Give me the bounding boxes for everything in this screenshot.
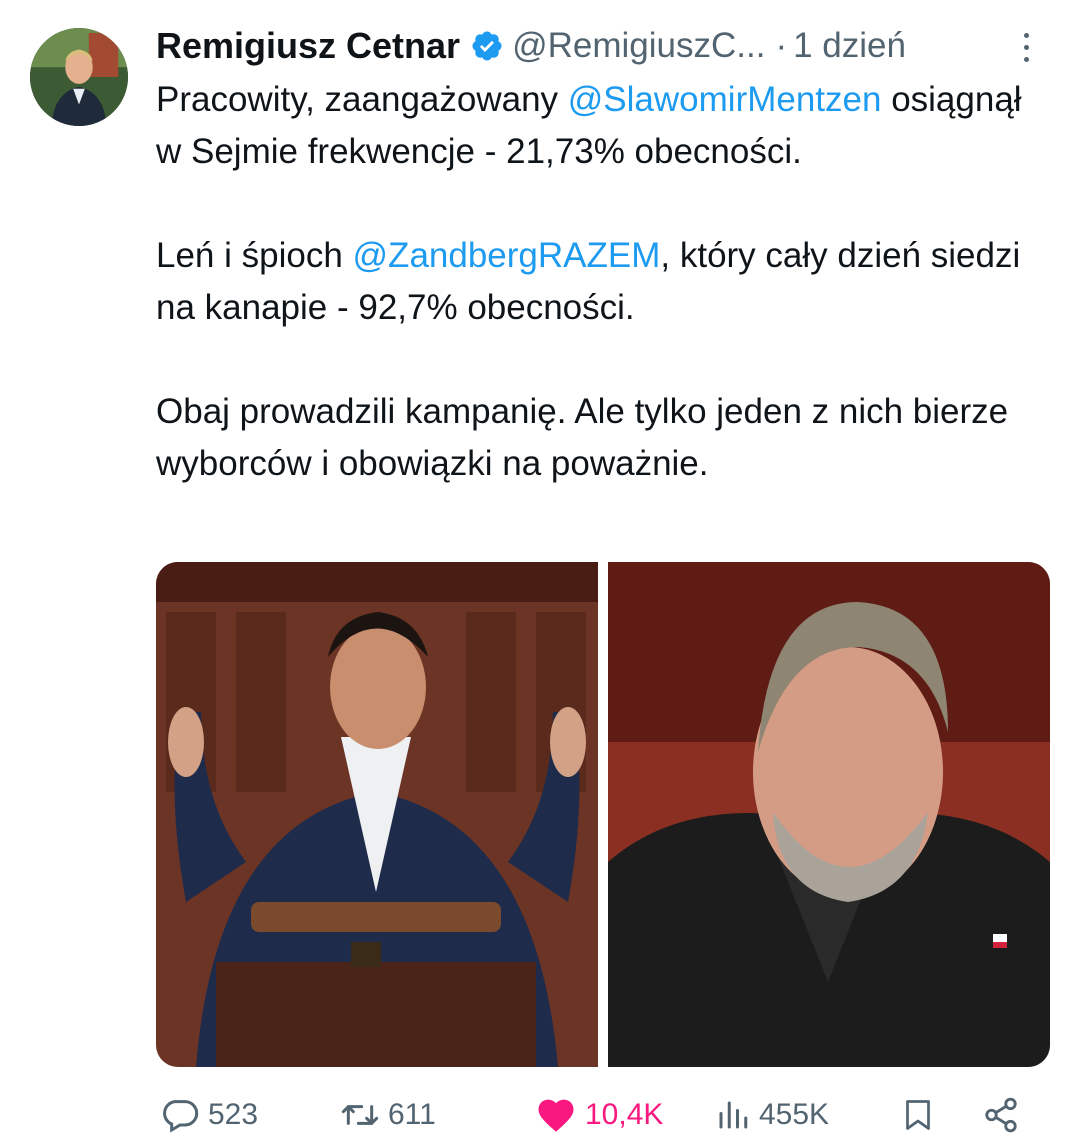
reply-count: 523 <box>208 1098 259 1131</box>
like-button[interactable]: 10,4K <box>535 1090 663 1140</box>
tweet-text: Pracowity, zaangażowany @SlawomirMentzen… <box>156 74 1056 490</box>
views-button[interactable]: 455K <box>715 1090 829 1140</box>
share-button[interactable] <box>982 1090 1020 1140</box>
bookmark-icon <box>906 1100 930 1130</box>
tweet-actions: 523 611 10,4K 455K <box>160 1090 1040 1140</box>
tweet-paragraph: Pracowity, zaangażowany @SlawomirMentzen… <box>156 74 1056 178</box>
share-icon <box>985 1097 1017 1133</box>
text-run: Leń i śpioch <box>156 236 353 275</box>
mention-link[interactable]: @SlawomirMentzen <box>568 80 882 119</box>
views-chart-icon <box>719 1101 748 1129</box>
photo-man-with-beard[interactable] <box>608 562 1050 1067</box>
reply-button[interactable]: 523 <box>160 1090 258 1140</box>
separator: · <box>775 26 788 65</box>
tweet-paragraph: Obaj prowadzili kampanię. Ale tylko jede… <box>156 386 1056 490</box>
media-grid <box>156 562 1050 1067</box>
repost-icon <box>341 1105 379 1125</box>
text-run: Pracowity, zaangażowany <box>156 80 568 119</box>
reply-icon <box>163 1100 199 1133</box>
text-run: Obaj prowadzili kampanię. Ale tylko jede… <box>156 392 1009 483</box>
mention-link[interactable]: @ZandbergRAZEM <box>353 236 661 275</box>
bookmark-button[interactable] <box>900 1090 936 1140</box>
repost-button[interactable]: 611 <box>340 1090 436 1140</box>
author-handle[interactable]: @RemigiuszC... <box>512 26 765 66</box>
photo-speaker-at-podium[interactable] <box>156 562 598 1067</box>
more-options-icon[interactable] <box>1006 22 1046 72</box>
repost-count: 611 <box>388 1098 436 1131</box>
like-count: 10,4K <box>585 1098 664 1131</box>
author-name[interactable]: Remigiusz Cetnar <box>156 25 460 67</box>
verified-badge-icon <box>472 31 502 61</box>
views-count: 455K <box>759 1098 830 1131</box>
avatar[interactable] <box>30 28 128 126</box>
heart-icon <box>538 1099 574 1132</box>
timestamp[interactable]: 1 dzień <box>793 26 906 66</box>
tweet-paragraph: Leń i śpioch @ZandbergRAZEM, który cały … <box>156 230 1056 334</box>
tweet-header: Remigiusz Cetnar @RemigiuszC... · 1 dzie… <box>156 20 1050 72</box>
